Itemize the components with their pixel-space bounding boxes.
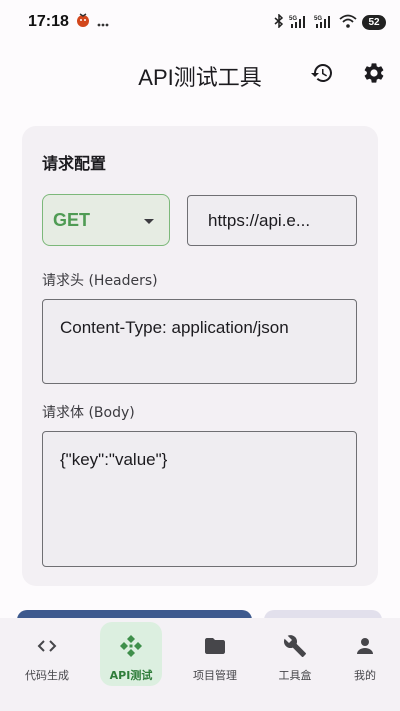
body-label: 请求体 (Body) [42,405,135,421]
nav-item-api-test[interactable]: API测试 [91,622,171,686]
signal-5g-icon: 5G [289,13,309,32]
person-icon [353,634,377,658]
more-icon [97,13,109,32]
api-icon [119,634,143,658]
history-button[interactable] [307,60,337,90]
app-notification-icon [75,12,91,32]
nav-item-code-generation[interactable]: 代码生成 [7,622,87,686]
status-bar: 17:18 5G 5G 52 [0,0,400,44]
wifi-icon [339,13,357,32]
nav-label: 工具盒 [278,669,312,682]
page-title: API测试工具 [138,65,262,90]
signal-5g-icon: 5G [314,13,334,32]
nav-indicator: 工具盒 [264,622,326,686]
folder-icon [203,634,227,658]
bottom-navigation: 代码生成 API测试 项目管理 工具盒 我的 [0,618,400,711]
code-icon [35,634,59,658]
settings-button[interactable] [359,60,389,90]
nav-label: API测试 [109,669,153,682]
nav-item-me[interactable]: 我的 [325,622,400,686]
dropdown-arrow-icon [143,211,155,230]
nav-indicator-active: API测试 [100,622,162,686]
nav-label: 代码生成 [25,669,69,682]
svg-text:5G: 5G [289,16,297,22]
app-bar: API测试工具 [0,44,400,108]
request-config-card: 请求配置 GET https://api.e... 请求头 (Headers) … [22,126,378,586]
svg-text:5G: 5G [314,16,322,22]
body-value: {"key":"value"} [60,450,168,469]
nav-label: 我的 [354,669,376,682]
wrench-icon [283,634,307,658]
headers-value: Content-Type: application/json [60,318,289,337]
headers-input[interactable]: Content-Type: application/json [42,299,357,384]
body-input[interactable]: {"key":"value"} [42,431,357,567]
nav-label: 项目管理 [193,669,237,682]
status-time: 17:18 [28,13,69,30]
bluetooth-icon [274,12,284,32]
status-right: 5G 5G 52 [274,12,386,32]
nav-indicator: 代码生成 [16,622,78,686]
method-select[interactable]: GET [42,194,170,246]
method-value: GET [53,209,91,230]
nav-item-project-management[interactable]: 项目管理 [175,622,255,686]
status-left: 17:18 [28,12,109,32]
headers-label: 请求头 (Headers) [42,273,158,289]
card-title: 请求配置 [42,154,107,173]
nav-indicator: 项目管理 [184,622,246,686]
settings-icon [362,61,386,89]
nav-item-toolbox[interactable]: 工具盒 [255,622,335,686]
url-input[interactable]: https://api.e... [187,195,357,246]
battery-icon: 52 [362,14,386,30]
history-icon [310,61,334,89]
url-value: https://api.e... [208,210,311,230]
nav-indicator: 我的 [334,622,396,686]
